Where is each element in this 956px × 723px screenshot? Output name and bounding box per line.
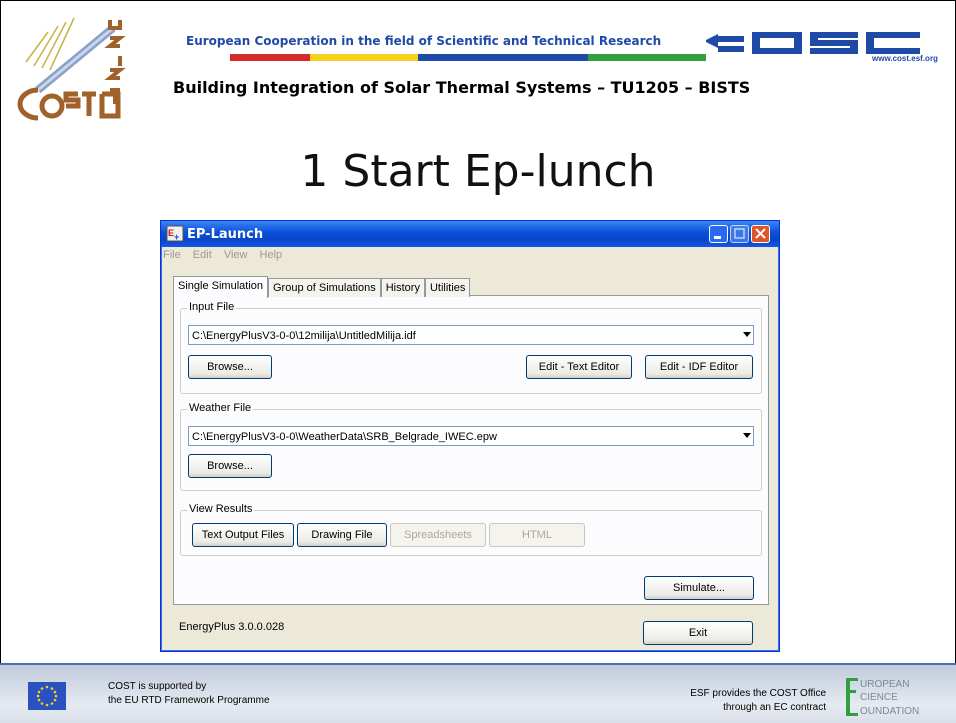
view-results-group: View Results Text Output Files Drawing F…	[180, 503, 762, 556]
minimize-icon	[714, 236, 721, 239]
svg-text:+: +	[174, 232, 179, 242]
input-browse-button[interactable]: Browse...	[188, 355, 272, 379]
text-output-files-button[interactable]: Text Output Files	[192, 523, 294, 547]
html-button: HTML	[489, 523, 585, 547]
header-color-bar	[172, 54, 706, 61]
input-file-combobox[interactable]: C:\EnergyPlusV3-0-0\12milija\UntitledMil…	[188, 325, 754, 345]
menu-help[interactable]: Help	[260, 249, 283, 261]
drawing-file-button[interactable]: Drawing File	[297, 523, 387, 547]
input-file-group: Input File C:\EnergyPlusV3-0-0\12milija\…	[180, 301, 762, 394]
footer-right-text: ESF provides the COST Office through an …	[640, 687, 826, 715]
maximize-button[interactable]	[730, 225, 749, 243]
window-title: EP-Launch	[187, 227, 264, 242]
tab-utilities[interactable]: Utilities	[424, 278, 471, 297]
edit-text-editor-button[interactable]: Edit - Text Editor	[526, 355, 632, 379]
minimize-button[interactable]	[709, 225, 728, 243]
footer-left-line1: COST is supported by	[108, 681, 207, 692]
view-results-label: View Results	[187, 503, 255, 515]
tab-history[interactable]: History	[380, 278, 425, 297]
footer-left-text: COST is supported by the EU RTD Framewor…	[108, 680, 270, 708]
chevron-down-icon[interactable]	[743, 332, 751, 337]
menu-bar: File Edit View Help	[163, 249, 291, 261]
close-button[interactable]	[751, 225, 770, 243]
cost-url: www.cost.esf.org	[872, 54, 938, 63]
window-titlebar[interactable]: E + EP-Launch	[161, 221, 779, 247]
single-simulation-panel: Input File C:\EnergyPlusV3-0-0\12milija\…	[173, 295, 769, 605]
tab-strip: Single Simulation Group of Simulations H…	[173, 276, 471, 300]
spreadsheets-button: Spreadsheets	[390, 523, 486, 547]
weather-file-combobox[interactable]: C:\EnergyPlusV3-0-0\WeatherData\SRB_Belg…	[188, 426, 754, 446]
weather-file-value: C:\EnergyPlusV3-0-0\WeatherData\SRB_Belg…	[192, 431, 497, 443]
exit-button[interactable]: Exit	[643, 621, 753, 645]
tab-single-simulation[interactable]: Single Simulation	[173, 276, 268, 298]
input-file-label: Input File	[187, 301, 237, 313]
footer-left-line2: the EU RTD Framework Programme	[108, 695, 270, 706]
esf-line-european: UROPEAN	[860, 679, 909, 690]
chevron-down-icon[interactable]	[743, 433, 751, 438]
tab-group-of-simulations[interactable]: Group of Simulations	[268, 278, 381, 297]
input-file-value: C:\EnergyPlusV3-0-0\12milija\UntitledMil…	[192, 330, 416, 342]
menu-file[interactable]: File	[163, 249, 181, 261]
footer-divider	[0, 663, 956, 665]
header-title: Building Integration of Solar Thermal Sy…	[173, 78, 751, 97]
esf-logo: UROPEAN CIENCE OUNDATION	[846, 678, 919, 717]
eu-flag-icon	[28, 682, 66, 710]
menu-edit[interactable]: Edit	[193, 249, 212, 261]
weather-file-label: Weather File	[187, 402, 254, 414]
ep-launch-window: E + EP-Launch File Edit View Help Input …	[160, 220, 780, 652]
simulate-button[interactable]: Simulate...	[644, 576, 754, 600]
ep-launch-app-icon: E +	[166, 225, 184, 242]
slide-title: 1 Start Ep-lunch	[300, 146, 656, 197]
header-subtitle: European Cooperation in the field of Sci…	[186, 34, 662, 48]
footer-right-line1: ESF provides the COST Office	[690, 688, 826, 699]
edit-idf-editor-button[interactable]: Edit - IDF Editor	[645, 355, 753, 379]
footer-right-line2: through an EC contract	[723, 702, 826, 713]
weather-file-group: Weather File C:\EnergyPlusV3-0-0\Weather…	[180, 402, 762, 491]
weather-browse-button[interactable]: Browse...	[188, 454, 272, 478]
esf-line-science: CIENCE	[860, 692, 898, 703]
esf-line-foundation: OUNDATION	[860, 706, 919, 717]
slide: European Cooperation in the field of Sci…	[0, 0, 956, 723]
cost-bists-logo	[17, 17, 126, 121]
version-label: EnergyPlus 3.0.0.028	[179, 621, 285, 633]
maximize-icon	[734, 228, 745, 239]
close-icon	[755, 228, 766, 239]
menu-view[interactable]: View	[224, 249, 248, 261]
